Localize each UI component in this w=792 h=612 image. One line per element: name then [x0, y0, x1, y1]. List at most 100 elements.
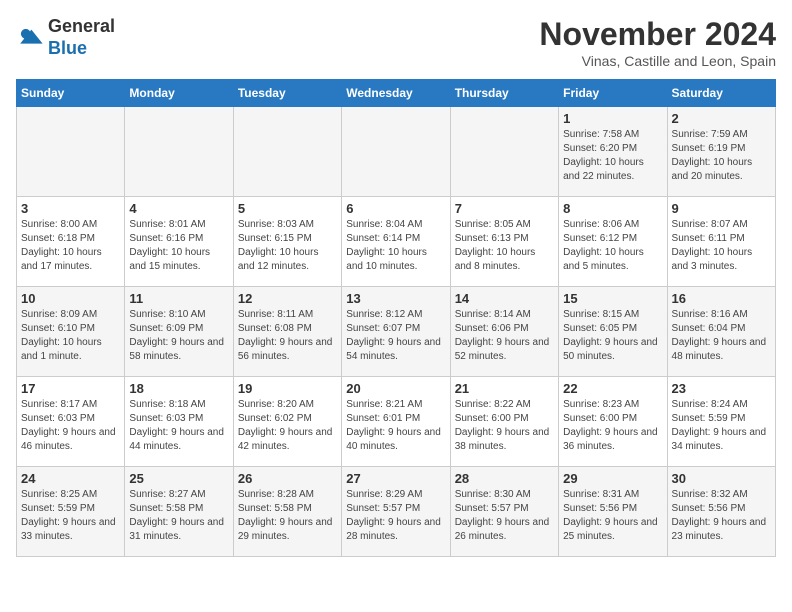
day-number: 5: [238, 201, 337, 216]
day-cell-22: 22 Sunrise: 8:23 AMSunset: 6:00 PMDayligh…: [559, 377, 667, 467]
day-cell-9: 9 Sunrise: 8:07 AMSunset: 6:11 PMDaylight…: [667, 197, 775, 287]
day-cell-30: 30Sunrise: 8:32 AMSunset: 5:56 PMDayligh…: [667, 467, 775, 557]
day-cell-7: 7Sunrise: 8:05 AMSunset: 6:13 PMDaylight…: [450, 197, 558, 287]
day-info: Sunrise: 7:59 AMSunset: 6:19 PMDaylight:…: [672, 128, 771, 184]
day-info: Sunrise: 8:15 AMSunset: 6:05 PMDaylight:…: [563, 308, 662, 364]
day-cell-empty: [450, 107, 558, 197]
day-cell-26: 26 Sunrise: 8:28 AMSunset: 5:58 PMDayligh…: [233, 467, 341, 557]
day-cell-1: 1 Sunrise: 7:58 AMSunset: 6:20 PMDaylight…: [559, 107, 667, 197]
day-number: 28: [455, 471, 554, 486]
day-number: 1: [563, 111, 662, 126]
day-info: Sunrise: 7:58 AMSunset: 6:20 PMDaylight:…: [563, 128, 662, 184]
day-number: 6: [346, 201, 445, 216]
day-info: Sunrise: 8:01 AMSunset: 6:16 PMDaylight:…: [129, 218, 228, 274]
day-cell-25: 25Sunrise: 8:27 AMSunset: 5:58 PMDayligh…: [125, 467, 233, 557]
day-info: Sunrise: 8:28 AMSunset: 5:58 PMDaylight:…: [238, 488, 337, 544]
day-number: 4: [129, 201, 228, 216]
day-cell-11: 11Sunrise: 8:10 AMSunset: 6:09 PMDayligh…: [125, 287, 233, 377]
day-number: 21: [455, 381, 554, 396]
day-cell-5: 5 Sunrise: 8:03 AMSunset: 6:15 PMDaylight…: [233, 197, 341, 287]
day-info: Sunrise: 8:21 AMSunset: 6:01 PMDaylight:…: [346, 398, 445, 454]
weekday-header-row: SundayMondayTuesdayWednesdayThursdayFrid…: [17, 80, 776, 107]
day-number: 18: [129, 381, 228, 396]
weekday-header-wednesday: Wednesday: [342, 80, 450, 107]
day-cell-12: 12 Sunrise: 8:11 AMSunset: 6:08 PMDayligh…: [233, 287, 341, 377]
weekday-header-thursday: Thursday: [450, 80, 558, 107]
day-info: Sunrise: 8:11 AMSunset: 6:08 PMDaylight:…: [238, 308, 337, 364]
day-number: 30: [672, 471, 771, 486]
day-number: 12: [238, 291, 337, 306]
weekday-header-tuesday: Tuesday: [233, 80, 341, 107]
weekday-header-saturday: Saturday: [667, 80, 775, 107]
day-number: 2: [672, 111, 771, 126]
day-cell-15: 15 Sunrise: 8:15 AMSunset: 6:05 PMDayligh…: [559, 287, 667, 377]
day-number: 14: [455, 291, 554, 306]
week-row-5: 24Sunrise: 8:25 AMSunset: 5:59 PMDayligh…: [17, 467, 776, 557]
day-cell-27: 27 Sunrise: 8:29 AMSunset: 5:57 PMDayligh…: [342, 467, 450, 557]
day-cell-13: 13 Sunrise: 8:12 AMSunset: 6:07 PMDayligh…: [342, 287, 450, 377]
day-number: 17: [21, 381, 120, 396]
day-info: Sunrise: 8:14 AMSunset: 6:06 PMDaylight:…: [455, 308, 554, 364]
day-number: 24: [21, 471, 120, 486]
day-cell-empty: [233, 107, 341, 197]
day-number: 13: [346, 291, 445, 306]
week-row-3: 10Sunrise: 8:09 AMSunset: 6:10 PMDayligh…: [17, 287, 776, 377]
day-cell-6: 6 Sunrise: 8:04 AMSunset: 6:14 PMDaylight…: [342, 197, 450, 287]
weekday-header-monday: Monday: [125, 80, 233, 107]
day-cell-17: 17Sunrise: 8:17 AMSunset: 6:03 PMDayligh…: [17, 377, 125, 467]
logo-icon: [16, 24, 44, 52]
day-cell-19: 19 Sunrise: 8:20 AMSunset: 6:02 PMDayligh…: [233, 377, 341, 467]
day-cell-8: 8 Sunrise: 8:06 AMSunset: 6:12 PMDaylight…: [559, 197, 667, 287]
day-info: Sunrise: 8:06 AMSunset: 6:12 PMDaylight:…: [563, 218, 662, 274]
day-info: Sunrise: 8:24 AMSunset: 5:59 PMDaylight:…: [672, 398, 771, 454]
weekday-header-friday: Friday: [559, 80, 667, 107]
day-cell-21: 21 Sunrise: 8:22 AMSunset: 6:00 PMDayligh…: [450, 377, 558, 467]
page-header: General Blue November 2024 Vinas, Castil…: [16, 16, 776, 69]
day-number: 20: [346, 381, 445, 396]
day-number: 8: [563, 201, 662, 216]
day-number: 25: [129, 471, 228, 486]
day-number: 11: [129, 291, 228, 306]
day-number: 22: [563, 381, 662, 396]
day-cell-28: 28 Sunrise: 8:30 AMSunset: 5:57 PMDayligh…: [450, 467, 558, 557]
day-info: Sunrise: 8:23 AMSunset: 6:00 PMDaylight:…: [563, 398, 662, 454]
logo-line1: General: [48, 16, 115, 36]
day-info: Sunrise: 8:12 AMSunset: 6:07 PMDaylight:…: [346, 308, 445, 364]
logo-text: General Blue: [48, 16, 115, 59]
day-number: 3: [21, 201, 120, 216]
day-cell-16: 16Sunrise: 8:16 AMSunset: 6:04 PMDayligh…: [667, 287, 775, 377]
day-info: Sunrise: 8:00 AMSunset: 6:18 PMDaylight:…: [21, 218, 120, 274]
day-cell-18: 18 Sunrise: 8:18 AMSunset: 6:03 PMDayligh…: [125, 377, 233, 467]
day-cell-empty: [342, 107, 450, 197]
logo-line2: Blue: [48, 38, 87, 58]
location: Vinas, Castille and Leon, Spain: [539, 53, 776, 69]
day-number: 15: [563, 291, 662, 306]
day-cell-14: 14 Sunrise: 8:14 AMSunset: 6:06 PMDayligh…: [450, 287, 558, 377]
day-info: Sunrise: 8:29 AMSunset: 5:57 PMDaylight:…: [346, 488, 445, 544]
weekday-header-sunday: Sunday: [17, 80, 125, 107]
day-number: 27: [346, 471, 445, 486]
day-number: 16: [672, 291, 771, 306]
day-info: Sunrise: 8:20 AMSunset: 6:02 PMDaylight:…: [238, 398, 337, 454]
day-number: 23: [672, 381, 771, 396]
day-cell-empty: [125, 107, 233, 197]
day-info: Sunrise: 8:04 AMSunset: 6:14 PMDaylight:…: [346, 218, 445, 274]
day-info: Sunrise: 8:31 AMSunset: 5:56 PMDaylight:…: [563, 488, 662, 544]
week-row-2: 3 Sunrise: 8:00 AMSunset: 6:18 PMDaylight…: [17, 197, 776, 287]
day-number: 26: [238, 471, 337, 486]
day-info: Sunrise: 8:30 AMSunset: 5:57 PMDaylight:…: [455, 488, 554, 544]
day-info: Sunrise: 8:18 AMSunset: 6:03 PMDaylight:…: [129, 398, 228, 454]
day-cell-24: 24Sunrise: 8:25 AMSunset: 5:59 PMDayligh…: [17, 467, 125, 557]
day-info: Sunrise: 8:05 AMSunset: 6:13 PMDaylight:…: [455, 218, 554, 274]
week-row-1: 1 Sunrise: 7:58 AMSunset: 6:20 PMDaylight…: [17, 107, 776, 197]
day-info: Sunrise: 8:03 AMSunset: 6:15 PMDaylight:…: [238, 218, 337, 274]
day-info: Sunrise: 8:09 AMSunset: 6:10 PMDaylight:…: [21, 308, 120, 364]
day-number: 19: [238, 381, 337, 396]
day-cell-3: 3 Sunrise: 8:00 AMSunset: 6:18 PMDaylight…: [17, 197, 125, 287]
month-title: November 2024: [539, 16, 776, 53]
calendar: SundayMondayTuesdayWednesdayThursdayFrid…: [16, 79, 776, 557]
day-number: 9: [672, 201, 771, 216]
day-info: Sunrise: 8:07 AMSunset: 6:11 PMDaylight:…: [672, 218, 771, 274]
day-info: Sunrise: 8:22 AMSunset: 6:00 PMDaylight:…: [455, 398, 554, 454]
day-cell-10: 10Sunrise: 8:09 AMSunset: 6:10 PMDayligh…: [17, 287, 125, 377]
